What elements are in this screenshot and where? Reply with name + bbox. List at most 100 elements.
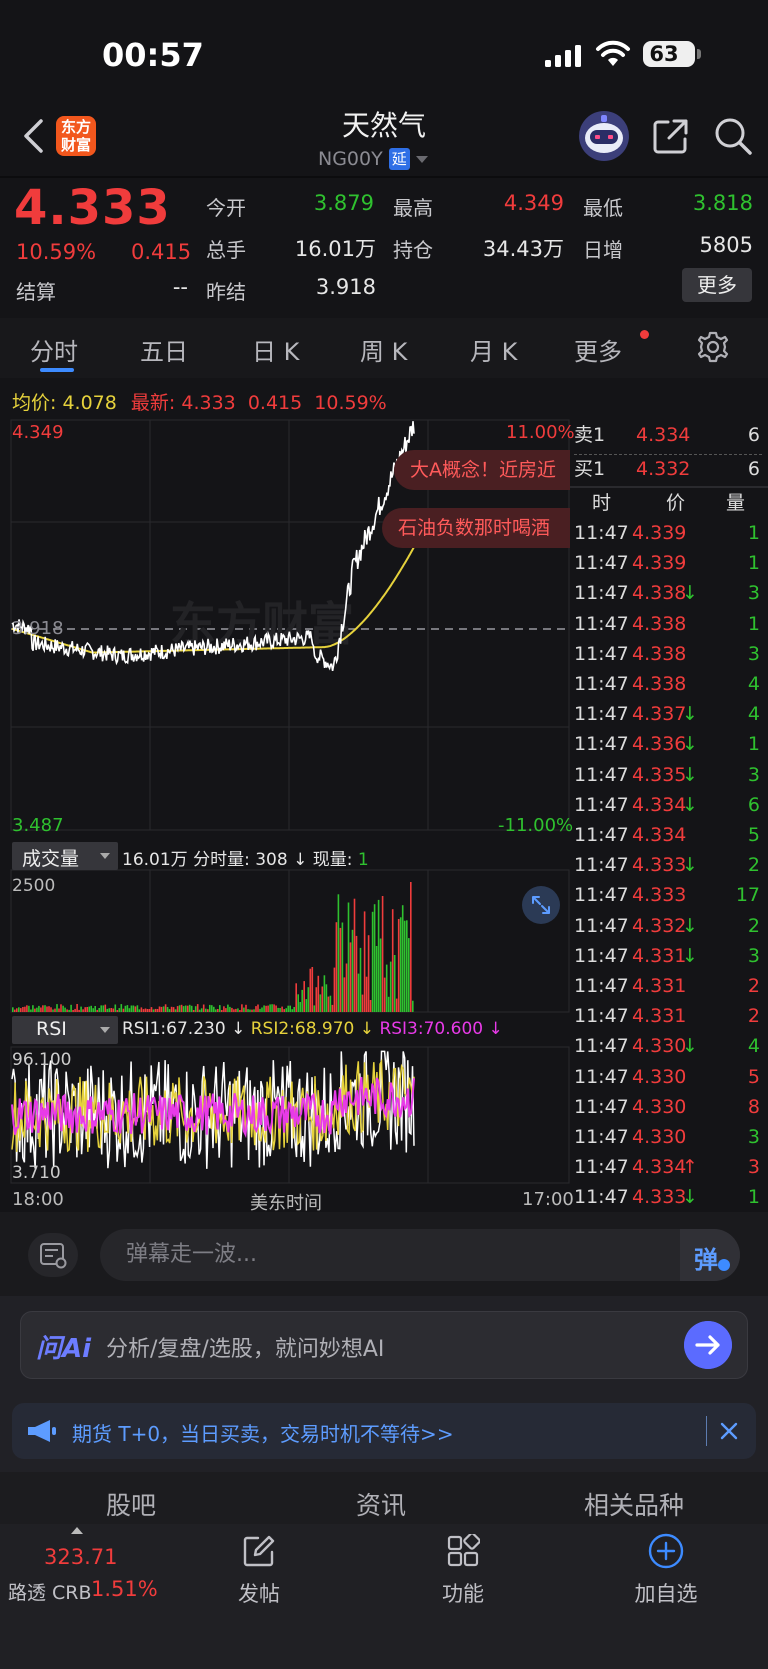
grid-icon[interactable] <box>446 1534 480 1568</box>
eastmoney-logo: 东方 财富 <box>56 116 96 156</box>
volume-bar <box>257 1004 259 1012</box>
nav-post[interactable]: 发帖 <box>209 1578 309 1608</box>
settle-value: -- <box>172 275 188 299</box>
volume-bar <box>293 1007 295 1012</box>
volume-bar <box>166 1007 169 1012</box>
tick-time: 11:47 <box>574 612 629 635</box>
daily-increase-label: 日增 <box>583 238 623 262</box>
volume-bar <box>295 983 297 1012</box>
edit-icon[interactable] <box>242 1534 276 1568</box>
volume-bar <box>126 1005 129 1012</box>
danmaku-input[interactable]: 弹幕走一波... <box>100 1229 740 1281</box>
volume-bar <box>102 1005 105 1012</box>
volume-bar <box>120 1004 123 1012</box>
tab-intraday[interactable]: 分时 <box>30 332 78 367</box>
tab-five-day[interactable]: 五日 <box>140 332 188 367</box>
volume-label: 总手 <box>206 238 246 262</box>
volume-bar <box>104 1004 107 1012</box>
megaphone-icon <box>28 1420 56 1442</box>
tick-price: 4.333 <box>632 1186 687 1209</box>
cellular-signal-icon <box>545 45 581 67</box>
danmaku-toggle[interactable]: 弹 <box>680 1229 740 1281</box>
rsi3-value: 70.600 <box>423 1019 484 1039</box>
volume-bar <box>84 1007 86 1012</box>
tick-qty: 2 <box>747 854 760 877</box>
ai-logo: 问Ai <box>36 1334 92 1364</box>
tick-time: 11:47 <box>574 763 629 786</box>
tick-qty: 4 <box>747 703 760 726</box>
volume-bar <box>24 1006 26 1012</box>
nav-add-watchlist[interactable]: 加自选 <box>616 1578 716 1608</box>
promo-separator <box>706 1416 707 1446</box>
tick-price: 4.330 <box>632 1035 687 1058</box>
volume-bars <box>12 882 414 1012</box>
subtab-related[interactable]: 相关品种 <box>584 1486 684 1522</box>
tick-row: 11:47 4.330 8 <box>570 1092 768 1122</box>
more-quote-button[interactable]: 更多 <box>682 268 752 302</box>
volume-bar <box>359 947 362 1012</box>
close-icon[interactable] <box>718 1418 740 1444</box>
tick-time: 11:47 <box>574 673 629 695</box>
caret-down-icon <box>100 1027 110 1033</box>
tab-more[interactable]: 更多 <box>574 332 622 367</box>
nav-functions[interactable]: 功能 <box>413 1578 513 1608</box>
contract-selector[interactable]: NG00Y 延 <box>318 146 428 172</box>
volume-bar <box>253 1009 255 1012</box>
volume-bar <box>217 1009 219 1012</box>
volume-bar <box>265 1005 267 1012</box>
crb-index-name[interactable]: 路透 CRB <box>8 1578 92 1605</box>
tick-time: 11:47 <box>574 824 629 846</box>
rsi-indicator-selector[interactable]: RSI <box>12 1016 118 1044</box>
sell-1-label: 卖1 <box>574 424 606 446</box>
danmaku-settings-icon[interactable] <box>28 1233 78 1277</box>
gear-icon[interactable] <box>696 330 730 364</box>
ai-robot-icon[interactable] <box>578 110 630 162</box>
subtab-news[interactable]: 资讯 <box>356 1486 406 1522</box>
contract-code: NG00Y <box>318 148 383 170</box>
volume-bar <box>68 1009 70 1012</box>
volume-bar <box>367 935 370 1012</box>
high-label: 最高 <box>393 196 433 220</box>
tab-weekly-k[interactable]: 周 K <box>360 332 407 367</box>
tick-row: 11:47 4.331 ↓ 3 <box>570 941 768 971</box>
tick-row: 11:47 4.333 ↓ 1 <box>570 1182 768 1212</box>
volume-bar <box>188 1004 191 1012</box>
volume-bar <box>285 1008 287 1012</box>
volume-bar <box>287 1005 289 1012</box>
subtab-forum[interactable]: 股吧 <box>106 1486 156 1522</box>
volume-bar <box>162 1006 165 1012</box>
volume-bar <box>200 1008 203 1012</box>
arrow-right-icon[interactable] <box>684 1321 732 1369</box>
volume-bar <box>255 1006 257 1012</box>
tick-price: 4.334 <box>632 1156 687 1179</box>
volume-bar <box>389 961 392 1012</box>
ticks-header-qty: 量 <box>726 492 746 514</box>
tick-time: 11:47 <box>574 703 629 726</box>
volume-bar <box>132 1005 135 1012</box>
danmaku-bubble[interactable]: 石油负数那时喝酒 <box>382 508 570 548</box>
open-interest-value: 34.43万 <box>482 237 564 261</box>
search-icon[interactable] <box>713 116 753 156</box>
volume-bar <box>152 1009 155 1012</box>
volume-bar <box>30 1009 32 1012</box>
volume-bar <box>198 1009 201 1012</box>
share-icon[interactable] <box>652 117 690 155</box>
volume-bar <box>221 1010 223 1012</box>
tab-monthly-k[interactable]: 月 K <box>470 332 517 367</box>
caret-up-icon <box>71 1527 83 1534</box>
danmaku-bubble[interactable]: 大A概念！近房近 <box>394 450 570 490</box>
volume-bar <box>393 955 396 1012</box>
volume-indicator-selector[interactable]: 成交量 <box>12 842 118 870</box>
tick-row: 11:47 4.338 ↓ 3 <box>570 578 768 608</box>
expand-icon[interactable] <box>522 886 560 924</box>
tab-daily-k[interactable]: 日 K <box>252 332 299 367</box>
crb-index-pct[interactable]: 1.51% <box>91 1577 158 1601</box>
volume-bar <box>211 1005 213 1012</box>
volume-bar <box>110 1008 113 1012</box>
crb-index-value[interactable]: 323.71 <box>44 1545 117 1569</box>
back-arrow-icon[interactable] <box>22 118 44 154</box>
avg-price-line: 均价: 4.078 最新: 4.333 0.415 10.59% <box>12 388 387 415</box>
tick-price: 4.331 <box>632 975 687 997</box>
add-circle-icon[interactable] <box>648 1533 684 1569</box>
tick-time: 11:47 <box>574 582 629 605</box>
